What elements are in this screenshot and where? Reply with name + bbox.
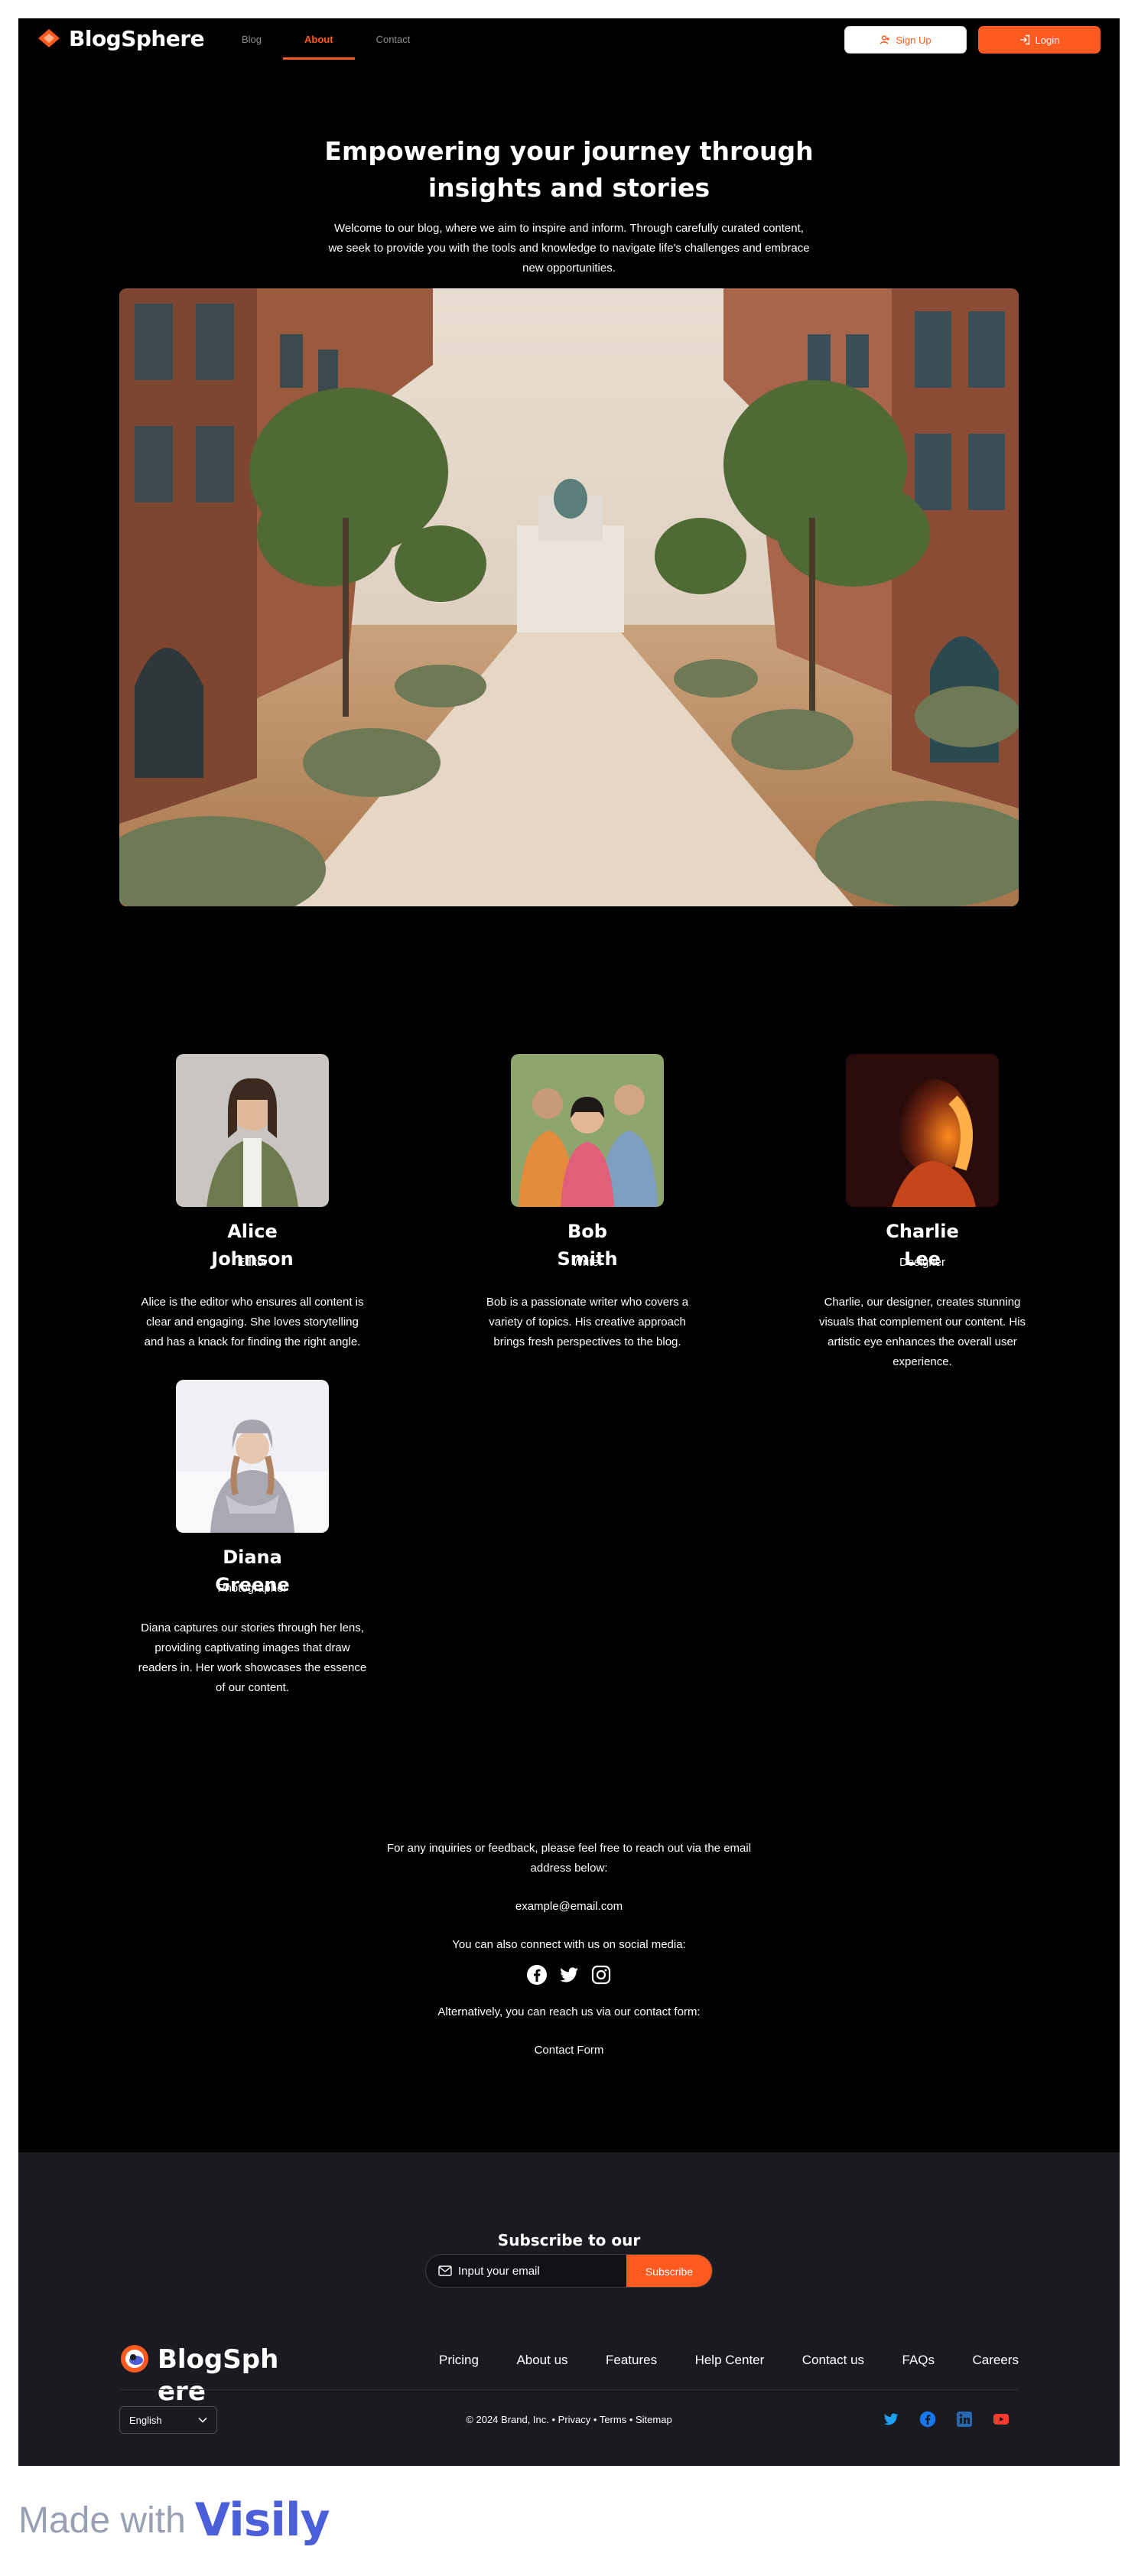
page-frame: BlogSphere Blog About Contact Sign Up Lo… (18, 18, 1120, 2466)
contact-social-icons (385, 1964, 753, 1986)
sign-up-button[interactable]: Sign Up (844, 26, 967, 54)
footer-link-features[interactable]: Features (606, 2353, 657, 2368)
member-photo (846, 1054, 999, 1207)
language-value: English (129, 2414, 162, 2426)
member-photo (176, 1054, 329, 1207)
nav-link-about[interactable]: About (283, 18, 355, 60)
nav-links: Blog About Contact (220, 18, 431, 60)
footer-brand-name: BlogSphere (158, 2344, 279, 2407)
contact-social-text: You can also connect with us on social m… (452, 1938, 686, 1951)
linkedin-icon[interactable] (956, 2411, 973, 2428)
contact-email[interactable]: example@email.com (385, 1897, 753, 1917)
facebook-icon[interactable] (526, 1964, 548, 1986)
member-bio: Alice is the editor who ensures all cont… (141, 1296, 364, 1348)
member-bio: Bob is a passionate writer who covers a … (486, 1296, 689, 1348)
made-with-badge[interactable]: Made with Visily (18, 2486, 330, 2555)
brand-name: BlogSphere (69, 25, 205, 51)
footer-brand[interactable]: BlogSphere (119, 2343, 284, 2408)
instagram-icon[interactable] (590, 1964, 612, 1986)
member-role: Writer (572, 1256, 603, 1269)
language-select[interactable]: English (119, 2406, 217, 2434)
twitter-icon[interactable] (558, 1964, 580, 1986)
contact-form-text: Alternatively, you can reach us via our … (437, 2005, 701, 2018)
member-photo (176, 1380, 329, 1533)
chevron-down-icon (198, 2417, 207, 2423)
footer-link-pricing[interactable]: Pricing (439, 2353, 479, 2368)
footer-link-faqs[interactable]: FAQs (902, 2353, 935, 2368)
copyright: © 2024 Brand, Inc. • Privacy • Terms • S… (466, 2414, 672, 2425)
nav-link-contact[interactable]: Contact (355, 18, 432, 60)
footer-link-about-us[interactable]: About us (516, 2353, 567, 2368)
nav-link-blog[interactable]: Blog (220, 18, 283, 60)
hero-title: Empowering your journey through insights… (324, 136, 814, 203)
newsletter-placeholder: Input your email (458, 2264, 540, 2278)
newsletter-email-input[interactable]: Input your email (426, 2255, 626, 2287)
member-bio: Charlie, our designer, creates stunning … (818, 1296, 1026, 1368)
member-role: Photographer (217, 1582, 288, 1595)
footer: Subscribe to our newsletter Input your e… (18, 2152, 1120, 2466)
visily-logo: Visily (194, 2493, 330, 2547)
user-add-icon (880, 35, 890, 44)
made-with-text: Made with (18, 2500, 186, 2541)
hero-image (119, 288, 1019, 906)
contact-form-link[interactable]: Contact Form (385, 2041, 753, 2060)
logo-icon (38, 29, 60, 47)
footer-link-careers[interactable]: Careers (972, 2353, 1018, 2368)
contact-intro: For any inquiries or feedback, please fe… (386, 1842, 752, 1875)
member-role: Designer (899, 1256, 946, 1269)
twitter-icon[interactable] (883, 2411, 899, 2428)
contact-section: For any inquiries or feedback, please fe… (385, 1839, 753, 2079)
subscribe-button[interactable]: Subscribe (626, 2255, 712, 2287)
login-label: Login (1035, 34, 1060, 46)
facebook-icon[interactable] (919, 2411, 936, 2428)
footer-links: Pricing About us Features Help Center Co… (439, 2353, 1019, 2368)
footer-link-help-center[interactable]: Help Center (695, 2353, 765, 2368)
member-photo (511, 1054, 664, 1207)
footer-social-icons (883, 2411, 1010, 2428)
login-button[interactable]: Login (978, 26, 1101, 54)
hero-subtitle: Welcome to our blog, where we aim to ins… (328, 222, 810, 275)
brand-logo[interactable]: BlogSphere (37, 23, 205, 54)
member-bio: Diana captures our stories through her l… (138, 1621, 367, 1694)
mail-icon (438, 2265, 452, 2276)
top-nav: BlogSphere Blog About Contact Sign Up Lo… (18, 18, 1120, 60)
footer-logo-icon (121, 2345, 148, 2373)
sign-up-label: Sign Up (896, 34, 932, 46)
footer-divider (119, 2389, 1019, 2390)
newsletter-form: Input your email Subscribe (425, 2254, 713, 2288)
footer-link-contact-us[interactable]: Contact us (802, 2353, 864, 2368)
login-icon (1020, 34, 1029, 45)
youtube-icon[interactable] (993, 2411, 1010, 2428)
member-role: Editor (237, 1256, 268, 1269)
